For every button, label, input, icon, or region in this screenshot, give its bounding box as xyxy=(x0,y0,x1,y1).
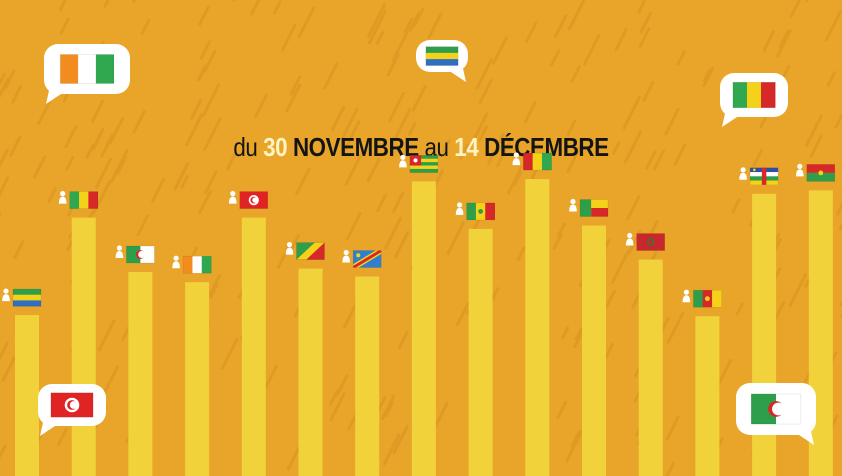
flag-benin-icon xyxy=(579,199,609,217)
bar-group-togo xyxy=(399,154,439,476)
flag-gabon-icon xyxy=(425,46,459,66)
person-icon xyxy=(285,242,294,255)
country-bar-chart xyxy=(2,40,836,476)
bar-group-dr-congo xyxy=(342,249,382,476)
speech-bubble-mali xyxy=(720,73,788,127)
person-icon xyxy=(455,202,464,215)
flag-mali-icon xyxy=(732,81,776,109)
flag-togo-icon xyxy=(409,155,439,173)
bar-group-tunisia xyxy=(229,191,269,476)
flag-mali-icon xyxy=(69,191,98,209)
bar-tunisia xyxy=(241,217,266,476)
bar-group-cote-divoire xyxy=(172,255,212,476)
bar-benin xyxy=(582,225,606,476)
flag-gabon-icon xyxy=(12,288,42,307)
flag-cote-divoire-icon xyxy=(60,54,114,84)
bar-group-mali xyxy=(58,191,98,476)
bar-burkina-faso xyxy=(808,190,833,476)
person-icon xyxy=(342,249,350,263)
flag-morocco-icon xyxy=(636,233,666,251)
flag-cameroon-icon xyxy=(693,289,722,308)
person-icon xyxy=(115,245,124,258)
bar-togo xyxy=(411,181,436,476)
person-icon xyxy=(229,191,237,204)
bar-congo xyxy=(298,268,323,476)
person-icon xyxy=(58,191,67,204)
person-icon xyxy=(682,289,691,303)
bar-algeria xyxy=(128,272,153,476)
bar-group-guinea xyxy=(512,152,552,476)
bar-cote-divoire xyxy=(185,282,210,476)
person-icon xyxy=(512,152,521,166)
flag-algeria-icon xyxy=(126,245,155,264)
bar-group-cameroon xyxy=(682,289,722,476)
bar-group-gabon xyxy=(2,288,42,476)
flag-cote-divoire-icon xyxy=(182,255,212,274)
person-icon xyxy=(2,288,10,302)
flag-dr-congo-icon xyxy=(352,250,382,268)
person-icon xyxy=(739,167,747,180)
person-icon xyxy=(796,163,804,177)
flag-algeria-icon xyxy=(750,393,802,425)
flag-tunisia-icon xyxy=(239,191,269,209)
flag-burkina-faso-icon xyxy=(806,164,836,182)
person-icon xyxy=(399,154,407,168)
person-icon xyxy=(569,198,577,212)
bar-gabon xyxy=(15,315,39,476)
bar-mali xyxy=(71,217,96,476)
bar-cameroon xyxy=(695,316,720,476)
flag-central-african-republic-icon xyxy=(749,167,779,186)
flag-guinea-icon xyxy=(522,152,552,171)
speech-bubble-gabon xyxy=(416,40,468,82)
bar-group-benin xyxy=(569,198,609,476)
bar-group-congo xyxy=(285,242,325,476)
bar-morocco xyxy=(638,259,663,476)
bar-guinea xyxy=(525,179,550,476)
flag-senegal-icon xyxy=(466,202,495,221)
bar-group-morocco xyxy=(625,232,666,476)
bar-senegal xyxy=(468,228,493,476)
bar-group-senegal xyxy=(455,202,495,476)
person-icon xyxy=(625,232,634,246)
speech-bubble-cote-divoire xyxy=(44,44,130,104)
bar-dr-congo xyxy=(355,276,380,476)
flag-tunisia-icon xyxy=(50,392,94,418)
person-icon xyxy=(172,255,180,269)
flag-congo-icon xyxy=(296,242,325,260)
bar-group-algeria xyxy=(115,245,155,476)
